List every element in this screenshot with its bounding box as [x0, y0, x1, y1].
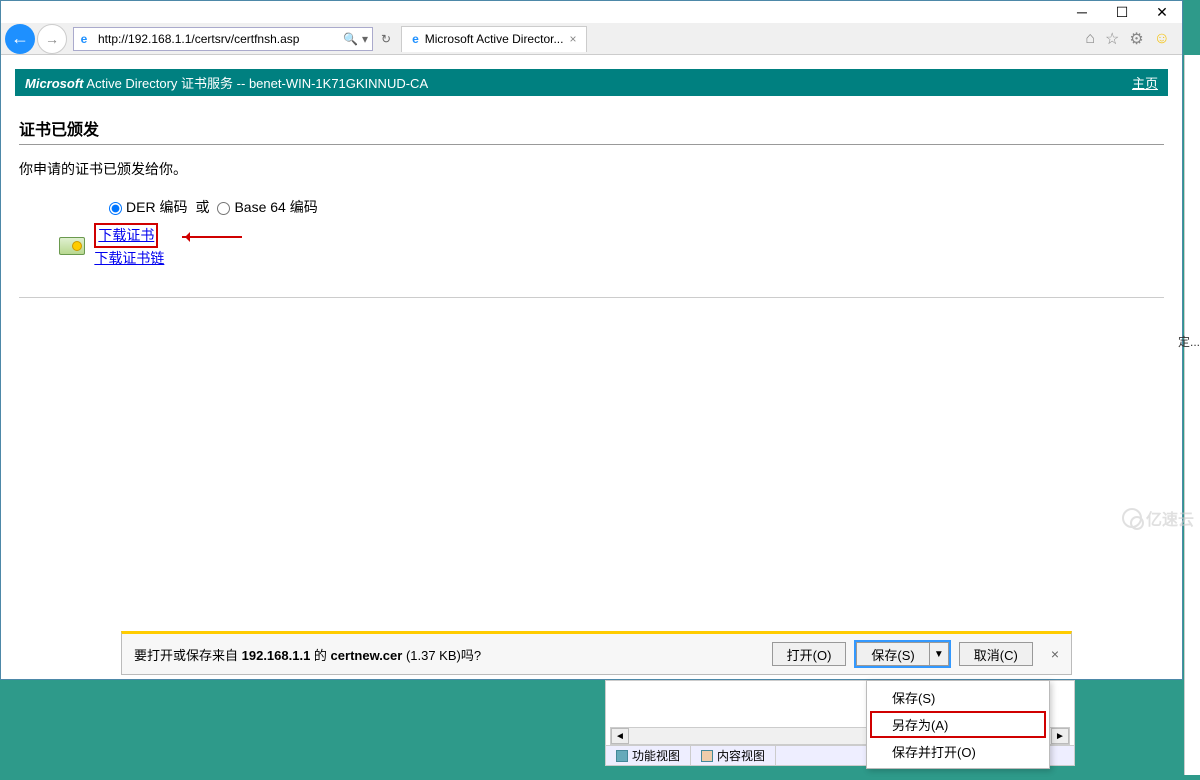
scroll-right-icon[interactable]: ►	[1051, 728, 1069, 744]
save-button[interactable]: 保存(S)	[856, 642, 928, 666]
base64-radio[interactable]	[217, 202, 230, 215]
menu-save-as[interactable]: 另存为(A)	[870, 711, 1046, 738]
address-bar[interactable]: e 🔍▾	[73, 27, 373, 51]
right-panel-fragment: 定...	[1184, 55, 1200, 775]
encoding-options: DER 编码 或 Base 64 编码	[109, 197, 1164, 217]
brand-label: Microsoft	[25, 76, 84, 91]
scroll-left-icon[interactable]: ◄	[611, 728, 629, 744]
url-input[interactable]	[94, 32, 339, 46]
download-chain-link[interactable]: 下载证书链	[94, 248, 241, 269]
smiley-icon[interactable]: ☺	[1154, 30, 1170, 48]
home-icon[interactable]: ⌂	[1085, 30, 1095, 48]
der-radio-label[interactable]: DER 编码	[109, 197, 187, 217]
ie-icon: e	[412, 32, 419, 46]
content-icon	[701, 750, 713, 762]
watermark-logo-icon	[1122, 508, 1142, 528]
refresh-button[interactable]: ↻	[377, 32, 395, 46]
home-link[interactable]: 主页	[1132, 73, 1158, 92]
certsrv-header: Microsoft Active Directory 证书服务 -- benet…	[15, 69, 1168, 96]
search-icon[interactable]: 🔍	[343, 32, 358, 46]
cancel-button[interactable]: 取消(C)	[959, 642, 1033, 666]
features-icon	[616, 750, 628, 762]
issued-message: 你申请的证书已颁发给你。	[19, 159, 1164, 179]
der-radio[interactable]	[109, 202, 122, 215]
minimize-button[interactable]: ─	[1062, 1, 1102, 23]
page-title: 证书已颁发	[19, 116, 1164, 140]
download-prompt: 要打开或保存来自 192.168.1.1 的 certnew.cer (1.37…	[134, 645, 481, 664]
download-notification-bar: 要打开或保存来自 192.168.1.1 的 certnew.cer (1.37…	[121, 631, 1072, 675]
open-button[interactable]: 打开(O)	[772, 642, 847, 666]
tab-content-view[interactable]: 内容视图	[691, 746, 776, 765]
maximize-button[interactable]: ☐	[1102, 1, 1142, 23]
watermark: 亿速云	[1122, 506, 1194, 530]
ie-icon: e	[74, 29, 94, 49]
divider	[19, 144, 1164, 145]
annotation-arrow	[182, 236, 242, 238]
save-dropdown-button[interactable]: ▼	[929, 642, 949, 666]
save-dropdown-menu: 保存(S) 另存为(A) 保存并打开(O)	[866, 680, 1050, 769]
menu-save[interactable]: 保存(S)	[870, 684, 1046, 711]
browser-navbar: ← → e 🔍▾ ↻ e Microsoft Active Director..…	[1, 23, 1182, 55]
window-titlebar: ─ ☐ ✕	[1, 1, 1182, 23]
browser-tab[interactable]: e Microsoft Active Director... ×	[401, 26, 587, 52]
tab-title: Microsoft Active Director...	[425, 32, 564, 46]
save-split-button[interactable]: 保存(S) ▼	[854, 640, 950, 668]
favorites-icon[interactable]: ☆	[1105, 29, 1119, 49]
download-cert-link[interactable]: 下载证书	[98, 225, 154, 246]
tab-close-icon[interactable]: ×	[569, 32, 576, 46]
close-button[interactable]: ✕	[1142, 1, 1182, 23]
base64-radio-label[interactable]: Base 64 编码	[217, 197, 317, 217]
forward-button[interactable]: →	[37, 24, 67, 54]
divider	[19, 297, 1164, 298]
menu-save-and-open[interactable]: 保存并打开(O)	[870, 738, 1046, 765]
settings-icon[interactable]: ⚙	[1129, 29, 1143, 49]
tab-features-view[interactable]: 功能视图	[606, 746, 691, 765]
address-tools: 🔍▾	[339, 32, 372, 46]
close-icon[interactable]: ×	[1051, 646, 1059, 662]
certificate-icon	[59, 237, 85, 255]
back-button[interactable]: ←	[5, 24, 35, 54]
